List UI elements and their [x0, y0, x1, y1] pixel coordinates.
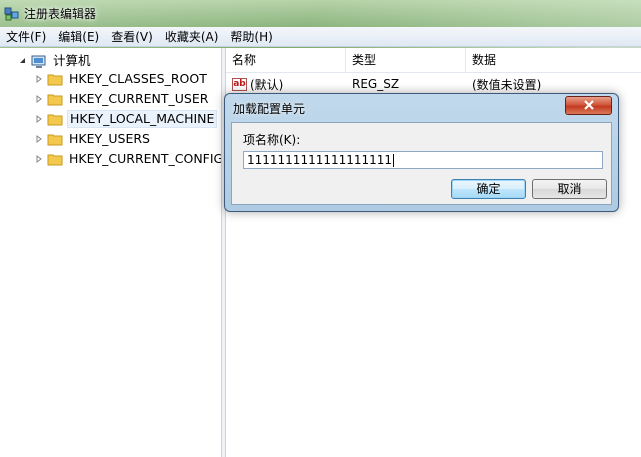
key-name-input[interactable]: 1111111111111111111: [243, 151, 603, 169]
window-title: 注册表编辑器: [24, 7, 97, 21]
key-name-label: 项名称(K):: [243, 133, 301, 147]
load-hive-dialog: 加载配置单元 项名称(K): 1111111111111111111 确定 取消: [224, 93, 619, 212]
menu-help[interactable]: 帮助(H): [224, 27, 278, 47]
column-header-data[interactable]: 数据: [466, 48, 641, 73]
table-row[interactable]: ab (默认) REG_SZ (数值未设置): [226, 74, 641, 94]
tree-node-hklm[interactable]: HKEY_LOCAL_MACHINE: [34, 110, 218, 128]
column-header-name[interactable]: 名称: [226, 48, 346, 73]
menu-view[interactable]: 查看(V): [105, 27, 159, 47]
expand-arrow-icon[interactable]: [34, 74, 44, 84]
menu-bar: 文件(F) 编辑(E) 查看(V) 收藏夹(A) 帮助(H): [0, 27, 641, 47]
tree-node-computer[interactable]: 计算机: [18, 52, 93, 70]
collapse-arrow-icon[interactable]: [18, 56, 28, 66]
folder-icon: [47, 113, 63, 126]
tree-node-hku[interactable]: HKEY_USERS: [34, 130, 152, 148]
regedit-window: 注册表编辑器 文件(F) 编辑(E) 查看(V) 收藏夹(A) 帮助(H) 计算…: [0, 0, 641, 457]
expand-arrow-icon[interactable]: [34, 114, 44, 124]
tree-node-label: HKEY_CURRENT_CONFIG: [69, 151, 222, 166]
menu-favorites[interactable]: 收藏夹(A): [159, 27, 225, 47]
tree-node-label: HKEY_CURRENT_USER: [69, 91, 209, 106]
computer-icon: [31, 55, 47, 68]
value-data: (数值未设置): [472, 77, 542, 92]
dialog-title: 加载配置单元: [233, 102, 306, 116]
value-name: (默认): [250, 77, 284, 92]
text-caret: [393, 154, 395, 167]
column-header-type[interactable]: 类型: [346, 48, 466, 73]
close-icon: [583, 99, 595, 113]
list-header: 名称 类型 数据: [226, 48, 641, 73]
tree-root-label: 计算机: [53, 53, 91, 68]
value-name-cell: ab (默认): [226, 76, 346, 93]
expand-arrow-icon[interactable]: [34, 94, 44, 104]
ok-button[interactable]: 确定: [451, 179, 526, 199]
expand-arrow-icon[interactable]: [34, 154, 44, 164]
tree-node-label: HKEY_LOCAL_MACHINE: [67, 110, 218, 128]
folder-icon: [47, 133, 63, 146]
expand-arrow-icon[interactable]: [34, 134, 44, 144]
tree-node-label: HKEY_CLASSES_ROOT: [69, 71, 207, 86]
key-tree-pane[interactable]: 计算机 HKEY_CLASSES_ROOT HKEY_CURRENT_USER: [0, 48, 222, 457]
cancel-button[interactable]: 取消: [532, 179, 607, 199]
menu-edit[interactable]: 编辑(E): [52, 27, 105, 47]
title-bar[interactable]: 注册表编辑器: [0, 0, 641, 27]
menu-file[interactable]: 文件(F): [0, 27, 52, 47]
tree-node-hkcr[interactable]: HKEY_CLASSES_ROOT: [34, 70, 209, 88]
dialog-body: 项名称(K): 1111111111111111111 确定 取消: [231, 122, 612, 205]
tree-node-hkcc[interactable]: HKEY_CURRENT_CONFIG: [34, 150, 222, 168]
tree-node-hkcu[interactable]: HKEY_CURRENT_USER: [34, 90, 210, 108]
regedit-app-icon: [4, 6, 20, 22]
value-type: REG_SZ: [352, 77, 400, 91]
tree-node-label: HKEY_USERS: [69, 131, 150, 146]
dialog-close-button[interactable]: [565, 96, 612, 115]
folder-icon: [47, 153, 63, 166]
string-value-icon: ab: [232, 77, 247, 91]
key-name-value: 1111111111111111111: [247, 153, 393, 167]
folder-icon: [47, 93, 63, 106]
folder-icon: [47, 73, 63, 86]
